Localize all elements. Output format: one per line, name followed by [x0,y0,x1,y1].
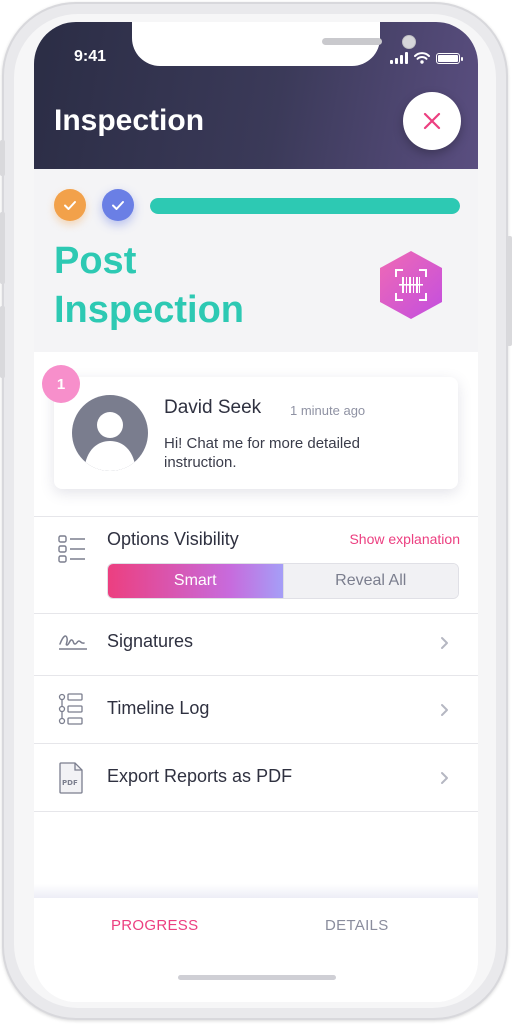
bottom-tab-bar: PROGRESS DETAILS [34,898,478,1002]
front-camera [402,35,416,49]
signatures-label: Signatures [107,631,194,651]
signal-icon [390,52,408,64]
speaker [322,38,382,45]
app-screen: 9:41 Inspection Post Inspection 1 David … [34,22,478,1002]
menu-item-signatures[interactable]: Signatures [34,614,478,675]
show-explanation-link[interactable]: Show explanation [349,531,460,547]
header: 9:41 Inspection [34,22,478,169]
chevron-right-icon [441,772,448,784]
divider [34,516,478,517]
close-icon [423,112,441,130]
chevron-right-icon [441,704,448,716]
barcode-scan-icon [395,269,427,301]
home-indicator[interactable] [178,975,336,980]
menu-item-timeline-log[interactable]: Timeline Log [34,676,478,743]
tab-progress[interactable]: PROGRESS [111,917,198,934]
check-icon [64,201,76,210]
check-icon [112,201,124,210]
close-button[interactable] [403,92,461,150]
volume-down-button [0,306,5,378]
chat-card[interactable]: David Seek 1 minute ago Hi! Chat me for … [54,377,458,489]
battery-icon [436,52,463,64]
tabbar-shadow [34,884,478,898]
progress-bar [150,198,460,214]
options-visibility-label: Options Visibility [107,529,239,549]
volume-up-button [0,212,5,284]
chat-sender-name: David Seek [164,397,262,418]
step-1-complete [54,189,86,221]
page-title: Inspection [54,104,205,137]
progress-fill [150,198,460,214]
divider [34,811,478,812]
pdf-file-icon: PDF [59,762,83,794]
signature-icon [59,635,87,650]
progress-section: Post Inspection [34,169,478,352]
tab-details[interactable]: DETAILS [325,917,389,934]
pdf-icon-text: PDF [62,779,78,787]
avatar [72,395,148,471]
step-2-complete [102,189,134,221]
chat-timestamp: 1 minute ago [290,403,366,418]
visibility-segmented-control: Smart Reveal All [107,563,459,599]
status-icons [390,52,463,64]
segment-reveal-all[interactable]: Reveal All [282,564,458,598]
power-button [507,236,512,346]
menu-item-export-pdf[interactable]: PDF Export Reports as PDF [34,744,478,811]
status-time: 9:41 [74,48,107,65]
user-silhouette-icon [84,412,136,471]
notch [132,22,416,66]
chevron-right-icon [441,637,448,649]
export-pdf-label: Export Reports as PDF [107,766,293,786]
segment-smart[interactable]: Smart [108,564,283,598]
timeline-log-label: Timeline Log [107,698,210,718]
timeline-icon [58,693,83,725]
barcode-scan-button[interactable] [380,251,442,319]
wifi-icon [414,52,430,64]
chat-message: Hi! Chat me for more detailed instructio… [164,435,360,471]
stage-title: Post Inspection [54,240,245,331]
mute-switch [0,140,5,176]
notification-badge: 1 [42,365,80,403]
list-options-icon [58,535,85,563]
